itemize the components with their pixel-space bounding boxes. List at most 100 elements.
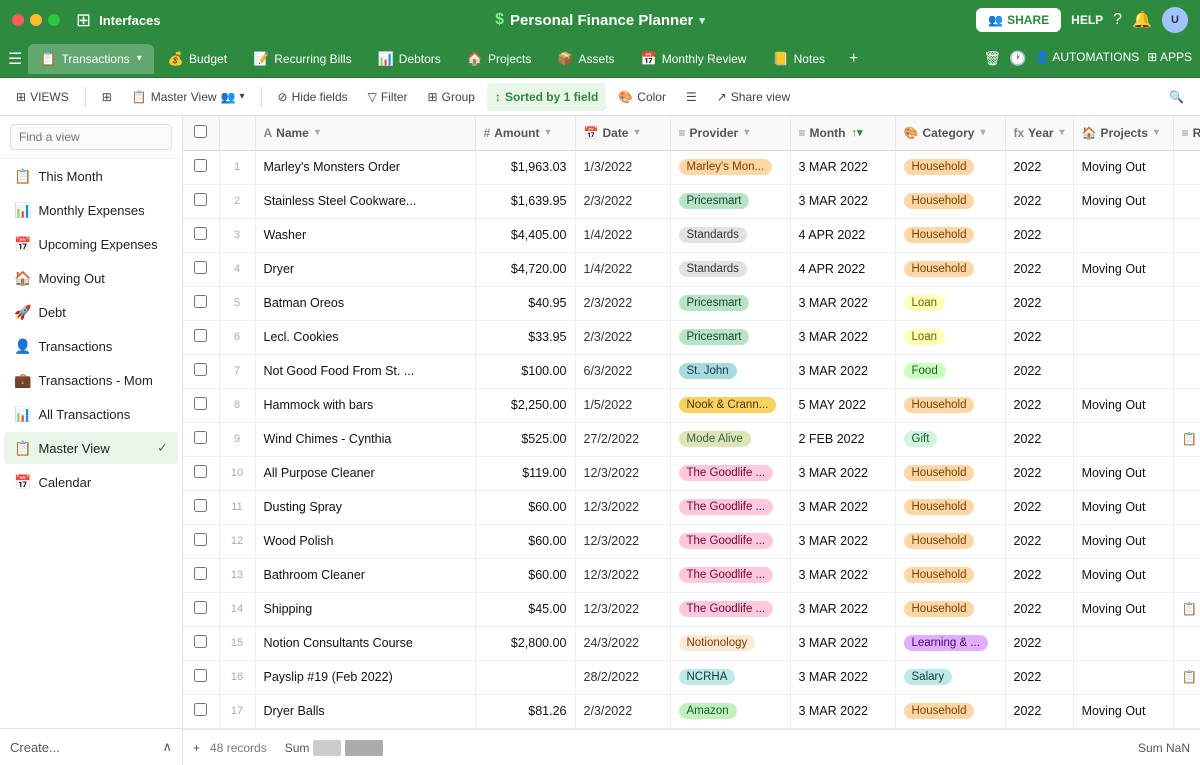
row-name-2[interactable]: Stainless Steel Cookware... (255, 184, 475, 218)
col-header-provider[interactable]: ≡ Provider ▾ (670, 116, 790, 150)
row-checkbox-3[interactable] (194, 227, 207, 240)
views-button[interactable]: ⊞ VIEWS (8, 83, 77, 111)
row-checkbox-5[interactable] (194, 295, 207, 308)
title-dropdown-arrow[interactable]: ▾ (699, 14, 705, 27)
col-header-projects[interactable]: 🏠 Projects ▾ (1073, 116, 1173, 150)
row-check-11[interactable] (183, 490, 219, 524)
row-check-10[interactable] (183, 456, 219, 490)
select-all-checkbox[interactable] (194, 125, 207, 138)
tab-recurring-bills[interactable]: 📝 Recurring Bills (241, 44, 364, 74)
row-check-6[interactable] (183, 320, 219, 354)
row-name-8[interactable]: Hammock with bars (255, 388, 475, 422)
row-check-2[interactable] (183, 184, 219, 218)
close-button[interactable] (12, 14, 24, 26)
search-button[interactable]: 🔍 (1161, 83, 1192, 111)
row-name-10[interactable]: All Purpose Cleaner (255, 456, 475, 490)
col-header-check[interactable] (183, 116, 219, 150)
tab-debtors[interactable]: 📊 Debtors (366, 44, 453, 74)
hide-fields-button[interactable]: ⊘ Hide fields (270, 83, 356, 111)
row-name-9[interactable]: Wind Chimes - Cynthia (255, 422, 475, 456)
maximize-button[interactable] (48, 14, 60, 26)
apps-button[interactable]: ⊞ APPS (1147, 50, 1192, 67)
tab-monthly-review[interactable]: 📅 Monthly Review (629, 44, 759, 74)
row-check-12[interactable] (183, 524, 219, 558)
row-name-12[interactable]: Wood Polish (255, 524, 475, 558)
row-checkbox-14[interactable] (194, 601, 207, 614)
row-checkbox-8[interactable] (194, 397, 207, 410)
row-checkbox-2[interactable] (194, 193, 207, 206)
sidebar-item-upcoming-expenses[interactable]: 📅 Upcoming Expenses (4, 228, 178, 260)
trash-icon[interactable]: 🗑 (984, 50, 1002, 67)
row-name-3[interactable]: Washer (255, 218, 475, 252)
row-check-15[interactable] (183, 626, 219, 660)
row-name-7[interactable]: Not Good Food From St. ... (255, 354, 475, 388)
row-name-18[interactable]: Amazon Orders (Total) (255, 728, 475, 729)
tab-budget[interactable]: 💰 Budget (156, 44, 239, 74)
row-check-14[interactable] (183, 592, 219, 626)
row-checkbox-6[interactable] (194, 329, 207, 342)
create-view-button[interactable]: Create... ∧ (0, 728, 182, 765)
row-name-1[interactable]: Marley's Monsters Order (255, 150, 475, 184)
filter-button[interactable]: ▽ Filter (360, 83, 416, 111)
tab-notes[interactable]: 📒 Notes (760, 44, 837, 74)
row-checkbox-1[interactable] (194, 159, 207, 172)
row-check-4[interactable] (183, 252, 219, 286)
master-view-button[interactable]: 📋 Master View 👥 ▾ (124, 83, 253, 111)
row-name-11[interactable]: Dusting Spray (255, 490, 475, 524)
row-checkbox-17[interactable] (194, 703, 207, 716)
row-name-15[interactable]: Notion Consultants Course (255, 626, 475, 660)
row-check-18[interactable] (183, 728, 219, 729)
row-check-17[interactable] (183, 694, 219, 728)
share-view-button[interactable]: ↗ Share view (709, 83, 798, 111)
table-wrap[interactable]: A Name ▾ # Amount ▾ (183, 116, 1200, 729)
tab-assets[interactable]: 📦 Assets (545, 44, 626, 74)
row-name-14[interactable]: Shipping (255, 592, 475, 626)
sidebar-item-transactions-mom[interactable]: 💼 Transactions - Mom (4, 364, 178, 396)
history-icon[interactable]: 🕐 (1009, 50, 1026, 67)
user-avatar[interactable]: U (1162, 7, 1188, 33)
row-check-7[interactable] (183, 354, 219, 388)
row-checkbox-12[interactable] (194, 533, 207, 546)
row-height-button[interactable]: ☰ (678, 83, 705, 111)
row-name-6[interactable]: Lecl. Cookies (255, 320, 475, 354)
add-row-button[interactable]: + (193, 741, 200, 755)
help-button[interactable]: HELP (1071, 13, 1103, 27)
row-checkbox-9[interactable] (194, 431, 207, 444)
row-checkbox-11[interactable] (194, 499, 207, 512)
row-name-17[interactable]: Dryer Balls (255, 694, 475, 728)
row-name-13[interactable]: Bathroom Cleaner (255, 558, 475, 592)
col-header-month[interactable]: ≡ Month ↑▾ (790, 116, 895, 150)
search-input[interactable] (10, 124, 172, 150)
row-checkbox-13[interactable] (194, 567, 207, 580)
question-icon[interactable]: ? (1113, 11, 1122, 29)
tab-projects[interactable]: 🏠 Projects (455, 44, 544, 74)
sidebar-item-calendar[interactable]: 📅 Calendar (4, 466, 178, 498)
automations-button[interactable]: 👤 AUTOMATIONS (1035, 50, 1140, 67)
row-name-16[interactable]: Payslip #19 (Feb 2022) (255, 660, 475, 694)
hamburger-icon[interactable]: ☰ (8, 49, 22, 69)
table-view-icon[interactable]: ⊞ (94, 83, 120, 111)
sort-button[interactable]: ↕ Sorted by 1 field (487, 83, 606, 111)
tab-transactions[interactable]: 📋 Transactions ▾ (28, 44, 153, 74)
row-check-5[interactable] (183, 286, 219, 320)
group-button[interactable]: ⊞ Group (420, 83, 483, 111)
row-check-13[interactable] (183, 558, 219, 592)
sidebar-item-moving-out[interactable]: 🏠 Moving Out (4, 262, 178, 294)
sidebar-item-master-view[interactable]: 📋 Master View ✓ (4, 432, 178, 464)
row-checkbox-10[interactable] (194, 465, 207, 478)
sidebar-item-debt[interactable]: 🚀 Debt (4, 296, 178, 328)
row-check-9[interactable] (183, 422, 219, 456)
col-header-category[interactable]: 🎨 Category ▾ (895, 116, 1005, 150)
sidebar-item-transactions[interactable]: 👤 Transactions (4, 330, 178, 362)
bell-icon[interactable]: 🔔 (1132, 10, 1152, 30)
sidebar-item-this-month[interactable]: 📋 This Month (4, 160, 178, 192)
col-header-year[interactable]: fx Year ▾ (1005, 116, 1073, 150)
minimize-button[interactable] (30, 14, 42, 26)
col-header-receipt[interactable]: ≡ Receipt ▾ (1173, 116, 1200, 150)
row-checkbox-4[interactable] (194, 261, 207, 274)
col-header-date[interactable]: 📅 Date ▾ (575, 116, 670, 150)
row-name-5[interactable]: Batman Oreos (255, 286, 475, 320)
row-check-1[interactable] (183, 150, 219, 184)
row-checkbox-16[interactable] (194, 669, 207, 682)
row-name-4[interactable]: Dryer (255, 252, 475, 286)
